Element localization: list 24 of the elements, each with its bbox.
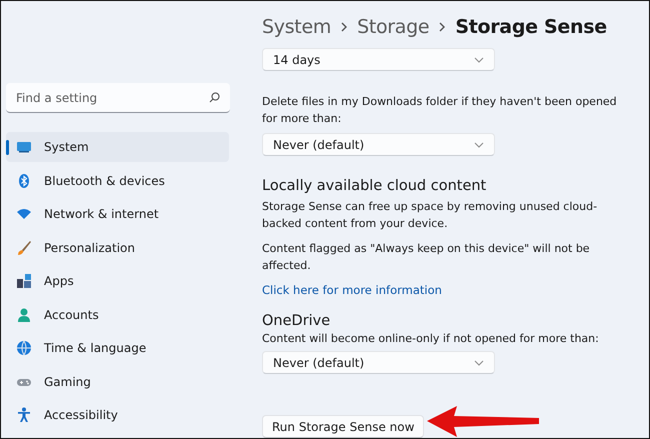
note-text: Content flagged as "Always keep on this device" will not be affected. <box>262 241 591 274</box>
sidebar-item[interactable]: Network & internet <box>6 199 229 229</box>
description-text: Storage Sense can free up space by removing unused cloud-backed content from your device. <box>262 199 598 232</box>
breadcrumb-item[interactable]: Storage <box>357 16 430 38</box>
sidebar-item[interactable]: Bluetooth & devices <box>6 166 229 196</box>
search-field[interactable]: Find a setting <box>6 83 230 113</box>
sidebar-item[interactable]: Gaming <box>6 366 229 396</box>
dropdown[interactable]: Never (default) <box>262 351 495 374</box>
sidebar-item[interactable]: Apps <box>6 266 229 296</box>
setting-label: Delete files in my Downloads folder if they haven't been opened for more than: <box>262 94 618 128</box>
run-storage-sense-button[interactable]: Run Storage Sense now <box>262 415 424 438</box>
breadcrumb-item: Storage Sense <box>455 16 607 38</box>
sidebar-item[interactable]: Accounts <box>6 300 229 330</box>
sidebar-item[interactable]: Personalization <box>6 232 229 262</box>
setting-label: Content will become online-only if not opened for more than: <box>262 331 600 348</box>
sidebar-item[interactable]: System <box>6 132 229 162</box>
sidebar-item[interactable]: Accessibility <box>6 400 229 430</box>
more-info-link[interactable]: Click here for more information <box>262 283 442 298</box>
section-title: OneDrive <box>262 313 332 330</box>
dropdown[interactable]: Never (default) <box>262 133 495 156</box>
dropdown[interactable]: 14 days <box>262 48 495 72</box>
sidebar-item[interactable]: Time & language <box>6 333 229 363</box>
section-title: Locally available cloud content <box>262 178 488 194</box>
breadcrumb-item[interactable]: System <box>262 16 332 38</box>
